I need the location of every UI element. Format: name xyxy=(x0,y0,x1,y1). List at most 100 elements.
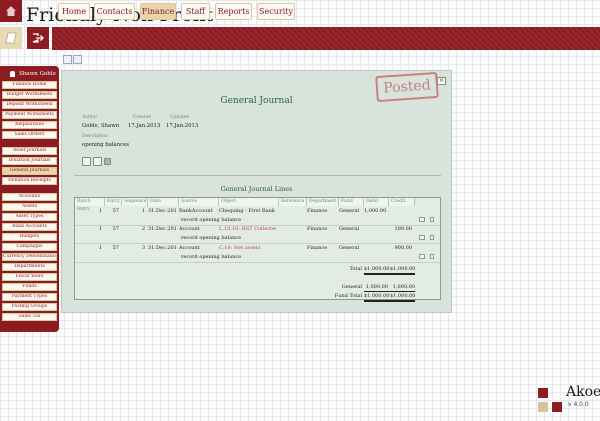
cell-entry: 57 xyxy=(112,208,119,214)
lines-title: General Journal Lines xyxy=(220,185,293,193)
logo-square xyxy=(552,402,562,412)
sidebar-item-posting-groups[interactable]: Posting Groups xyxy=(2,303,57,311)
home-icon xyxy=(6,6,16,16)
sidebar-item-budgets[interactable]: Budgets xyxy=(2,233,57,241)
fund-total-label: Fund Total xyxy=(334,293,362,299)
general-debit: 1,000.00 xyxy=(365,284,388,290)
total-label: Total xyxy=(349,266,362,272)
edit-icon[interactable] xyxy=(419,254,425,259)
column-header[interactable]: Object xyxy=(219,198,279,206)
column-header[interactable]: Date xyxy=(148,198,179,206)
cell-date: 31.Dec.2011 xyxy=(148,208,176,214)
copy-icon[interactable] xyxy=(82,157,91,166)
edit-icon[interactable] xyxy=(419,217,425,222)
sidebar-item-payment-worksheets[interactable]: Payment Worksheets xyxy=(2,111,57,119)
nav-reports[interactable]: Reports xyxy=(215,3,252,20)
sidebar-item-donation-journals[interactable]: Donation Journals xyxy=(2,157,57,165)
column-header[interactable]: Reference xyxy=(279,198,307,206)
column-header[interactable]: Source xyxy=(179,198,219,206)
fund-total-underline xyxy=(364,300,415,302)
total-debit: $1,000.00 xyxy=(364,266,390,272)
general-underline xyxy=(364,291,415,292)
column-header[interactable]: Department xyxy=(307,198,339,206)
sidebar-item-funds[interactable]: Funds xyxy=(2,283,57,291)
description-label: Description xyxy=(82,134,108,139)
delete-icon[interactable] xyxy=(430,254,434,259)
column-header[interactable]: Batch Entry xyxy=(75,198,105,212)
sidebar-item-campaigns[interactable]: Campaigns xyxy=(2,243,57,251)
cell-entry: 57 xyxy=(112,245,119,251)
notes-corner-button[interactable] xyxy=(0,27,22,49)
sidebar-item-deposit-worksheets[interactable]: Deposit Worksheets xyxy=(2,101,57,109)
cell-source: BankAccount xyxy=(179,208,213,214)
logo-square xyxy=(538,402,548,412)
sidebar-item-assets[interactable]: Assets xyxy=(2,203,57,211)
column-header[interactable]: Debit xyxy=(364,198,389,206)
cell-memo: record opening balance xyxy=(181,217,242,223)
sidebar-item-general-journals[interactable]: General Journals xyxy=(2,167,57,175)
sidebar-item-finance-home[interactable]: Finance Home xyxy=(2,81,57,89)
column-header[interactable]: Entry xyxy=(105,198,122,206)
created-value: 17.Jan.2013 xyxy=(128,123,161,129)
sidebar-item-asset-types[interactable]: Asset Types xyxy=(2,213,57,221)
logo-square xyxy=(538,388,548,398)
logout-corner-button[interactable] xyxy=(27,27,49,49)
cell-memo: record opening balance xyxy=(181,235,242,241)
created-label: Created xyxy=(133,115,151,120)
sidebar-item-accounts[interactable]: Accounts xyxy=(2,193,57,201)
cell-fund: General xyxy=(339,226,360,232)
cell-credit: 100.00 xyxy=(394,226,413,232)
cell-object[interactable]: Chequing - First Bank xyxy=(219,207,276,215)
nav-contacts[interactable]: Contacts xyxy=(94,3,135,20)
nav-security[interactable]: Security xyxy=(257,3,295,20)
column-header[interactable]: Sequence xyxy=(122,198,148,206)
sidebar-item-sales-orders[interactable]: Sales Orders xyxy=(2,131,57,139)
cell-department: Finance xyxy=(307,245,328,251)
sidebar-user[interactable]: Shawn Goble xyxy=(2,69,57,79)
list-view-icon[interactable] xyxy=(63,55,72,64)
logout-icon xyxy=(32,33,44,43)
cell-batch: 1 xyxy=(98,226,102,232)
tag-icon[interactable] xyxy=(93,157,102,166)
nav-finance[interactable]: Finance xyxy=(140,3,176,20)
cell-department: Finance xyxy=(307,208,328,214)
user-icon xyxy=(10,71,15,77)
cell-object[interactable]: C.10: Net assets xyxy=(219,244,276,252)
cell-object[interactable]: L.15.10: HST Collected xyxy=(219,225,276,233)
delete-icon[interactable] xyxy=(430,235,434,240)
sidebar-item-payment-types[interactable]: Payment Types xyxy=(2,293,57,301)
cell-source: Account xyxy=(179,226,200,232)
sidebar-item-fiscal-years[interactable]: Fiscal Years xyxy=(2,273,57,281)
cell-department: Finance xyxy=(307,226,328,232)
sidebar-item-asset-journals[interactable]: Asset Journals xyxy=(2,147,57,155)
cell-credit: 900.00 xyxy=(394,245,413,251)
column-header[interactable]: Credit xyxy=(389,198,415,206)
close-icon[interactable]: × xyxy=(437,77,446,85)
cell-batch: 1 xyxy=(98,245,102,251)
note-icon[interactable] xyxy=(104,158,111,165)
author-label: Author xyxy=(82,115,98,120)
delete-icon[interactable] xyxy=(430,217,434,222)
sidebar-item-departments[interactable]: Departments xyxy=(2,263,57,271)
sidebar-item-bank-accounts[interactable]: Bank Accounts xyxy=(2,223,57,231)
total-underline xyxy=(364,273,415,275)
cell-date: 31.Dec.2011 xyxy=(148,226,176,232)
nav-home[interactable]: Home xyxy=(58,3,90,20)
cell-entry: 57 xyxy=(112,226,119,232)
edit-icon[interactable] xyxy=(419,235,425,240)
general-credit: 1,000.00 xyxy=(392,284,415,290)
divider xyxy=(74,175,441,176)
sidebar-item-budget-worksheets[interactable]: Budget Worksheets xyxy=(2,91,57,99)
logo-name: Akoe xyxy=(566,384,600,400)
sidebar-item-donation-receipts[interactable]: Donation Receipts xyxy=(2,177,57,185)
nav-staff[interactable]: Staff xyxy=(181,3,210,20)
cell-date: 31.Dec.2011 xyxy=(148,245,176,251)
grid-view-icon[interactable] xyxy=(73,55,82,64)
sidebar-item-currency-denominations[interactable]: Currency Denominations xyxy=(2,253,57,261)
column-header[interactable]: Fund xyxy=(339,198,364,206)
notebook-icon xyxy=(5,32,17,44)
sidebar-item-requisitions[interactable]: Requisitions xyxy=(2,121,57,129)
sidebar-item-sales-tax[interactable]: Sales Tax xyxy=(2,313,57,321)
home-corner-button[interactable] xyxy=(0,0,22,22)
cell-batch: 1 xyxy=(98,208,102,214)
